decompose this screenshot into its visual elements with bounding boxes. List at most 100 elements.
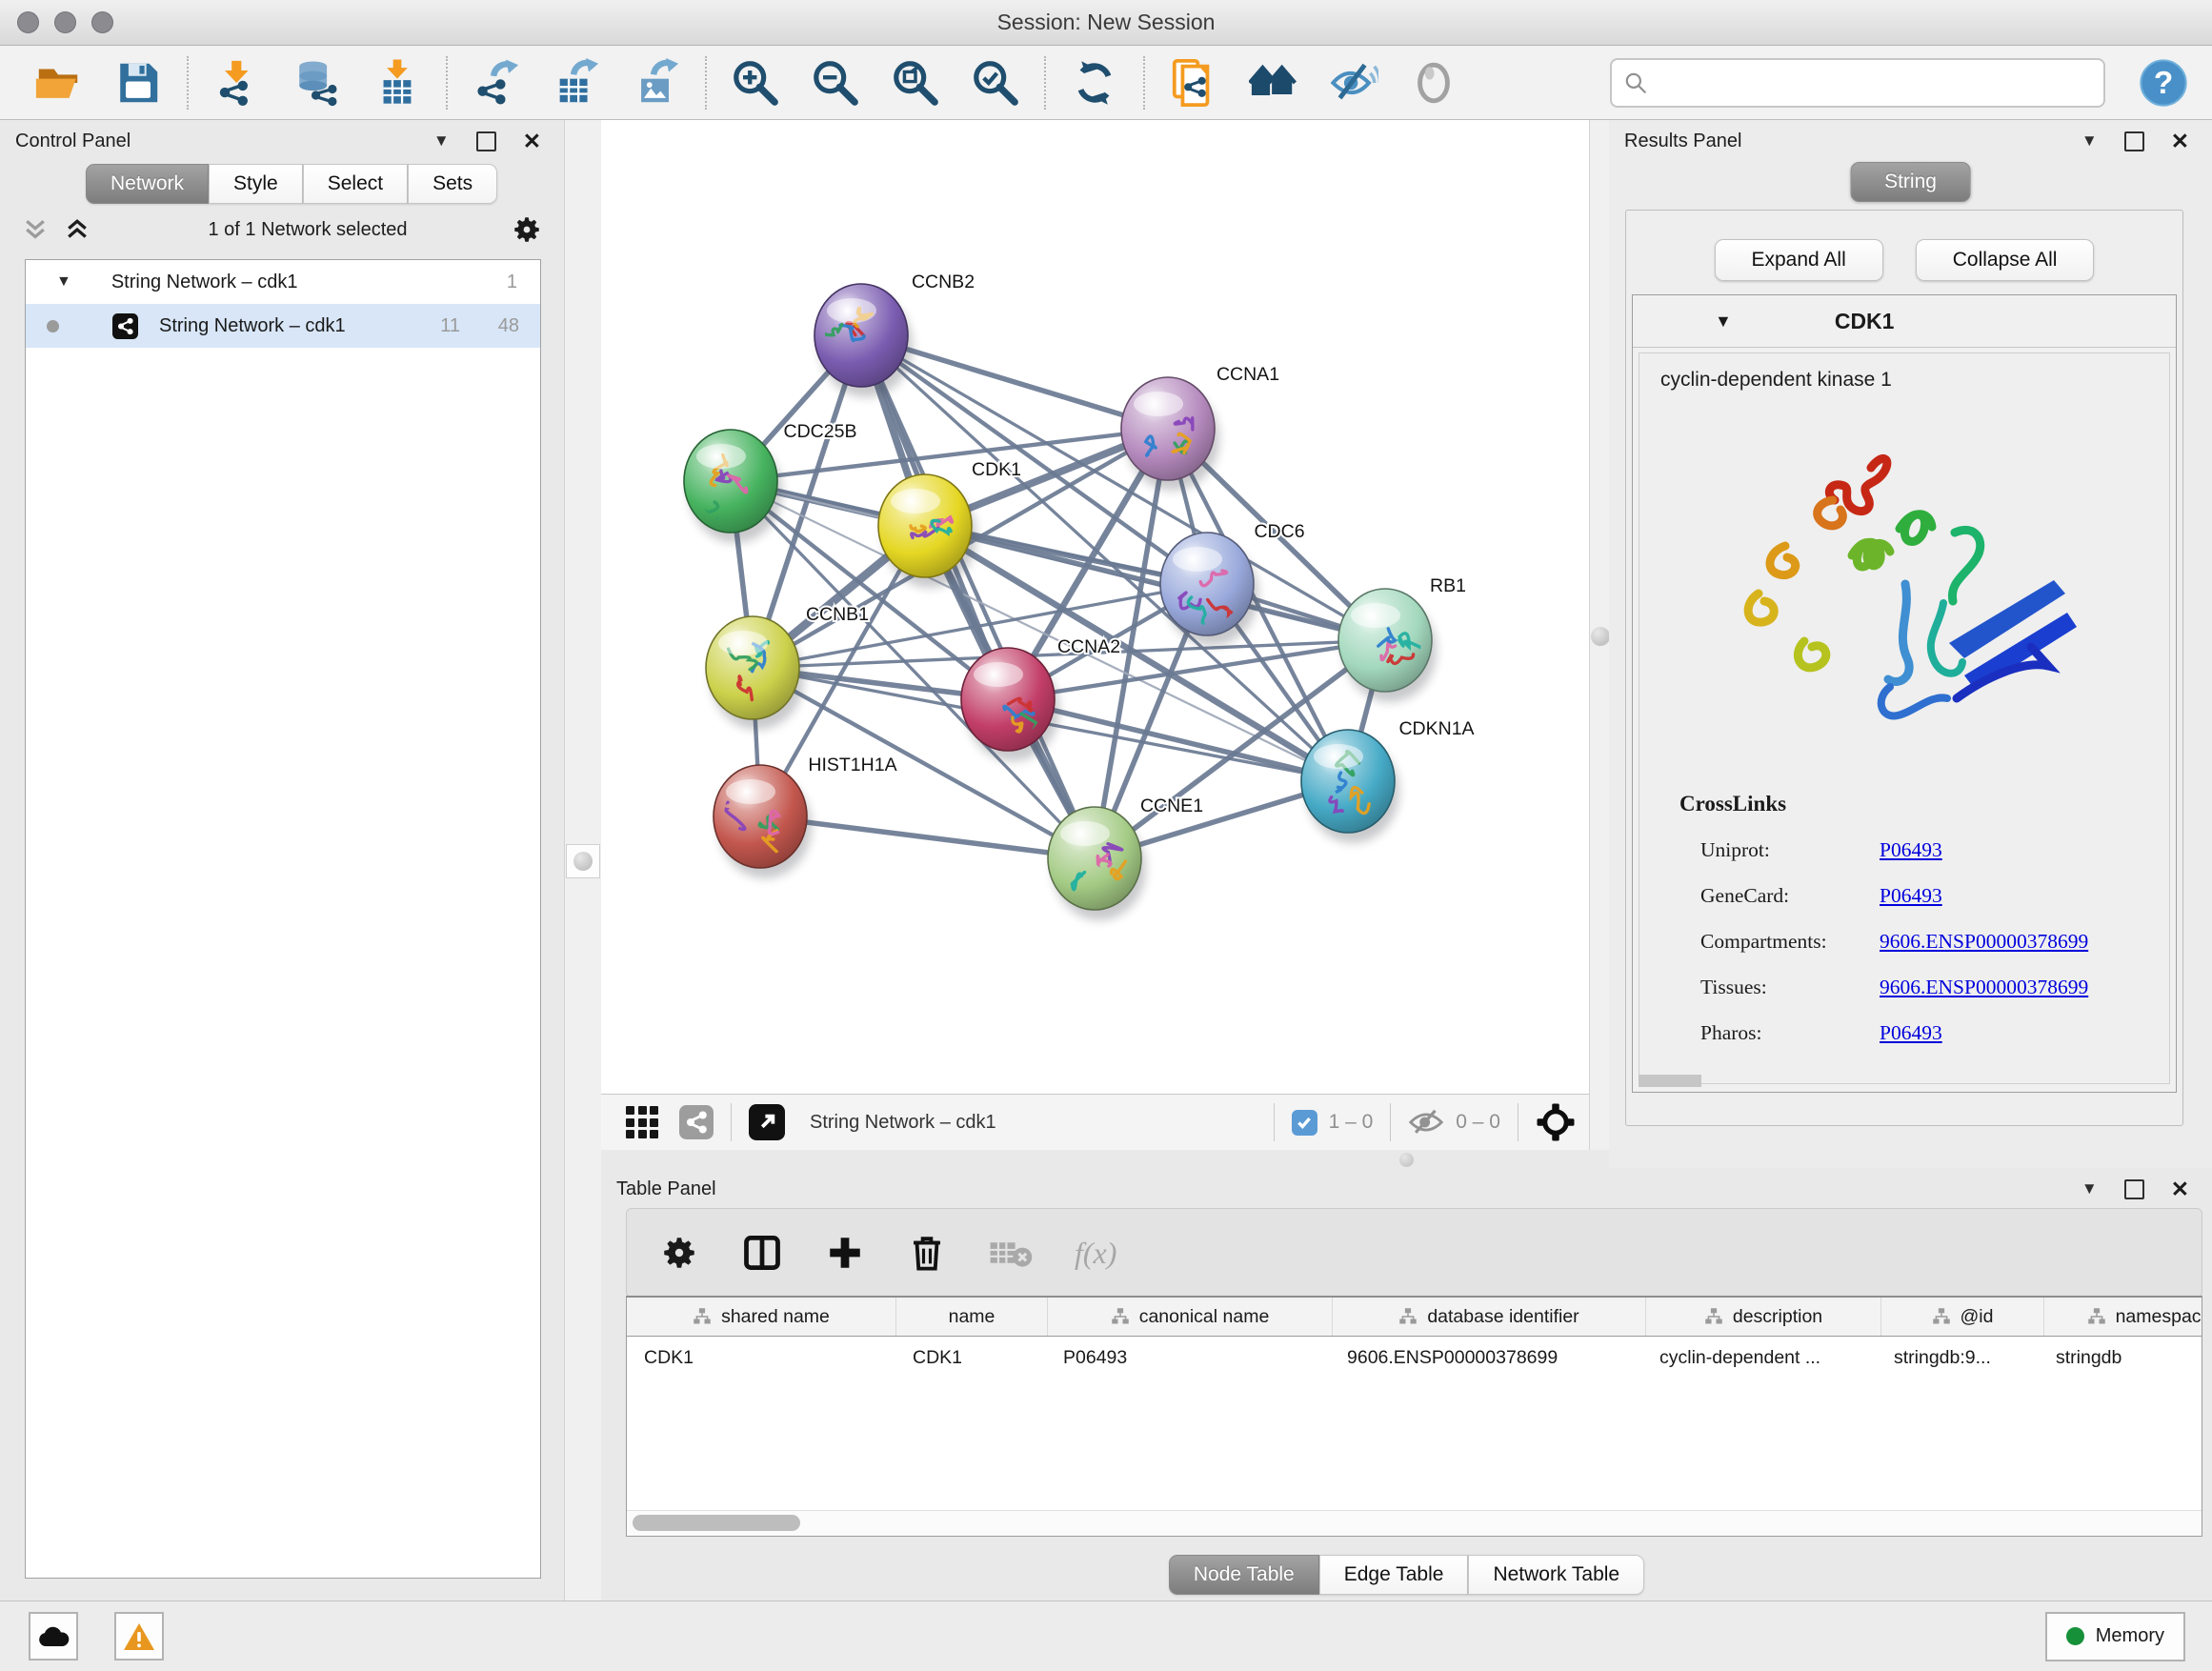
network-node-CCNA2[interactable] [961, 648, 1055, 751]
node-entry-header[interactable]: ▼ CDK1 [1633, 295, 2176, 348]
status-bar: Memory [0, 1601, 2212, 1671]
close-panel-icon[interactable]: ✕ [523, 131, 541, 152]
splitter-handle[interactable] [1399, 1153, 1414, 1167]
zoom-fit-button[interactable] [890, 57, 941, 109]
grid-view-icon[interactable] [626, 1106, 658, 1138]
right-splitter[interactable] [1589, 120, 1611, 1150]
export-table-button[interactable] [551, 57, 602, 109]
column-header-namespace[interactable]: namespace [2044, 1298, 2202, 1336]
column-header-@id[interactable]: @id [1881, 1298, 2044, 1336]
entry-collapse-icon[interactable]: ▼ [1715, 312, 1732, 332]
save-session-button[interactable] [112, 57, 164, 109]
help-button[interactable]: ? [2138, 57, 2189, 109]
network-canvas[interactable]: CCNB2CCNA1CDC25BCDK1CDC6RB1CCNB1CCNA2CDK… [601, 120, 1589, 1095]
network-node-HIST1H1A[interactable] [714, 765, 807, 868]
network-view-mode-icon[interactable] [679, 1105, 714, 1139]
export-image-button[interactable] [631, 57, 682, 109]
scrollbar-thumb[interactable] [633, 1515, 800, 1531]
refresh-button[interactable] [1069, 57, 1120, 109]
splitter-handle[interactable] [566, 844, 600, 878]
crosslink-link[interactable]: P06493 [1880, 884, 1942, 908]
show-columns-icon[interactable] [741, 1232, 783, 1274]
network-node-CDC6[interactable] [1160, 533, 1254, 635]
memory-button[interactable]: Memory [2045, 1612, 2185, 1661]
tab-style[interactable]: Style [209, 164, 303, 204]
collapse-all-button[interactable]: Collapse All [1916, 239, 2095, 281]
add-column-icon[interactable] [825, 1233, 865, 1273]
network-node-RB1[interactable] [1338, 589, 1432, 692]
crosslink-link[interactable]: 9606.ENSP00000378699 [1880, 976, 2088, 999]
import-table-button[interactable] [372, 57, 423, 109]
tab-network-table[interactable]: Network Table [1468, 1555, 1644, 1595]
table-cell: cyclin-dependent ... [1642, 1347, 1877, 1369]
left-splitter[interactable] [564, 120, 602, 1601]
network-node-count: 11 [403, 315, 460, 337]
collapse-all-networks-icon[interactable] [21, 215, 50, 244]
network-node-CDC25B[interactable] [684, 430, 777, 533]
crosslink-link[interactable]: 9606.ENSP00000378699 [1880, 930, 2088, 954]
column-header-shared-name[interactable]: shared name [627, 1298, 896, 1336]
import-network-icon [212, 58, 262, 108]
cloud-status-button[interactable] [29, 1612, 78, 1661]
network-options-gear-icon[interactable] [511, 213, 543, 246]
tab-select[interactable]: Select [303, 164, 408, 204]
zoom-selected-button[interactable] [970, 57, 1021, 109]
warnings-button[interactable] [114, 1612, 164, 1661]
tab-network[interactable]: Network [86, 164, 209, 204]
table-row[interactable]: CDK1CDK1P064939606.ENSP00000378699cyclin… [627, 1337, 2202, 1379]
crosslink-link[interactable]: P06493 [1880, 838, 1942, 862]
panel-menu-icon[interactable]: ▼ [433, 131, 450, 151]
float-panel-icon[interactable] [2124, 131, 2144, 151]
detach-view-icon[interactable] [749, 1104, 785, 1140]
tab-sets[interactable]: Sets [408, 164, 497, 204]
search-input[interactable] [1648, 70, 2092, 94]
float-panel-icon[interactable] [476, 131, 496, 151]
column-header-database-identifier[interactable]: database identifier [1333, 1298, 1646, 1336]
close-panel-icon[interactable]: ✕ [2171, 1178, 2189, 1200]
tab-string[interactable]: String [1850, 162, 1971, 202]
close-panel-icon[interactable]: ✕ [2171, 131, 2189, 152]
fit-content-crosshair-icon[interactable] [1536, 1102, 1576, 1142]
expand-all-networks-icon[interactable] [63, 215, 91, 244]
network-node-CCNA1[interactable] [1121, 377, 1215, 480]
hierarchy-icon [1111, 1307, 1130, 1326]
collection-expand-icon[interactable]: ▼ [56, 273, 71, 291]
splitter-handle[interactable] [1591, 627, 1610, 646]
hide-selected-button[interactable] [1328, 57, 1379, 109]
network-node-CCNB1[interactable] [706, 616, 799, 719]
zoom-in-button[interactable] [730, 57, 781, 109]
column-header-name[interactable]: name [896, 1298, 1048, 1336]
new-network-from-selection-button[interactable] [1168, 57, 1219, 109]
network-node-CDKN1A[interactable] [1301, 730, 1395, 833]
panel-menu-icon[interactable]: ▼ [2081, 1179, 2098, 1198]
table-options-gear-icon[interactable] [659, 1233, 699, 1273]
export-network-button[interactable] [471, 57, 522, 109]
import-network-from-database-button[interactable] [292, 57, 343, 109]
delete-column-icon[interactable] [907, 1233, 947, 1273]
float-panel-icon[interactable] [2124, 1179, 2144, 1199]
crosslink-link[interactable]: P06493 [1880, 1021, 1942, 1045]
main-toolbar: ? [0, 46, 2212, 120]
import-network-button[interactable] [211, 57, 263, 109]
network-node-CCNE1[interactable] [1048, 807, 1141, 910]
network-row-selected[interactable]: String Network – cdk1 11 48 [26, 304, 540, 348]
column-header-description[interactable]: description [1646, 1298, 1881, 1336]
expand-all-button[interactable]: Expand All [1715, 239, 1883, 281]
search-box[interactable] [1610, 58, 2105, 108]
network-edge-CCNB2-CCNE1[interactable] [861, 335, 1095, 858]
crosslinks-list: Uniprot:P06493GeneCard:P06493Compartment… [1639, 838, 2169, 1045]
network-node-CCNB2[interactable] [814, 284, 908, 387]
tab-node-table[interactable]: Node Table [1169, 1555, 1319, 1595]
open-session-button[interactable] [32, 57, 84, 109]
column-header-canonical-name[interactable]: canonical name [1048, 1298, 1333, 1336]
panel-menu-icon[interactable]: ▼ [2081, 131, 2098, 151]
network-node-CDK1[interactable] [878, 474, 972, 577]
table-horizontal-scrollbar[interactable] [627, 1510, 2202, 1536]
network-collection-row[interactable]: ▼ String Network – cdk1 1 [26, 260, 540, 304]
selected-nodes-checkbox[interactable] [1292, 1110, 1317, 1136]
tab-edge-table[interactable]: Edge Table [1319, 1555, 1469, 1595]
first-neighbors-button[interactable] [1248, 57, 1299, 109]
entry-scrollbar-thumb[interactable] [1639, 1075, 1701, 1087]
show-graphics-details-button[interactable] [1408, 57, 1459, 109]
zoom-out-button[interactable] [810, 57, 861, 109]
